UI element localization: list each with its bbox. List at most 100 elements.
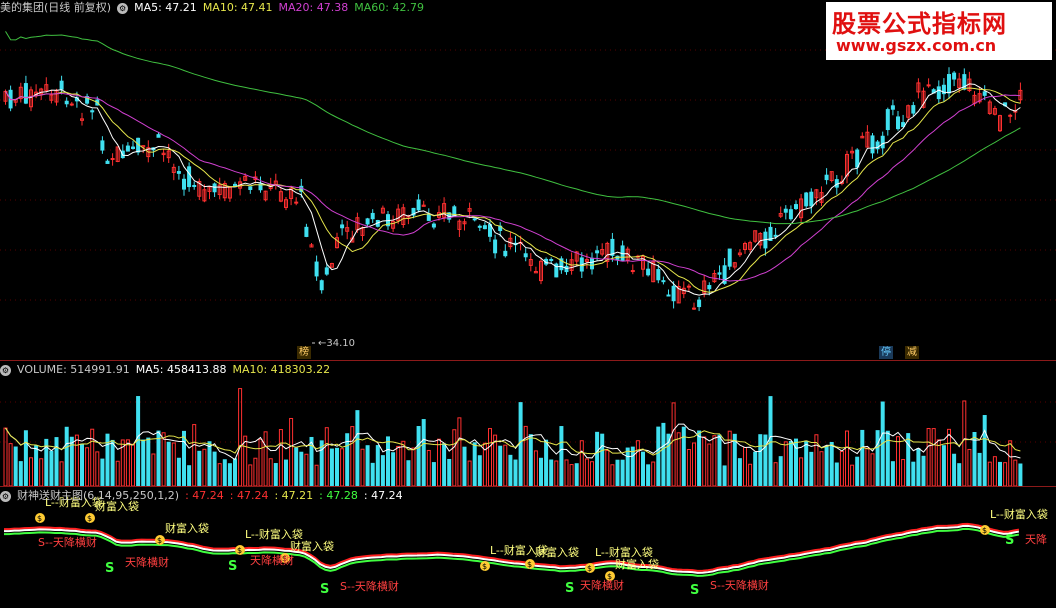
volume-bar — [896, 436, 900, 486]
volume-bar — [146, 437, 151, 486]
volume-bar — [804, 440, 809, 486]
volume-bar — [875, 430, 880, 486]
volume-bar — [197, 450, 202, 486]
volume-bar — [717, 434, 722, 486]
buy-short-label: 财富入袋 — [165, 521, 209, 535]
sell-s-icon: S — [105, 561, 114, 576]
volume-bar — [533, 450, 538, 486]
candle-body — [472, 218, 477, 221]
sell-tag: 天降横财 — [250, 553, 294, 567]
panel-divider-1[interactable] — [0, 360, 1056, 361]
sell-s-icon: S — [228, 559, 237, 574]
volume-bar — [834, 462, 839, 486]
volume-bar — [284, 459, 288, 486]
volume-bar — [906, 433, 911, 486]
volume-bar — [95, 451, 100, 486]
volume-bar — [370, 462, 375, 486]
volume-bar — [600, 433, 605, 486]
volume-bar — [396, 445, 401, 486]
volume-bar — [952, 453, 957, 486]
candle-body — [319, 280, 324, 291]
volume-bar — [885, 430, 890, 486]
candle-body — [59, 80, 64, 90]
candle-body — [926, 84, 931, 87]
candle-body — [23, 83, 28, 104]
sell-s-icon: S — [565, 581, 574, 596]
volume-bar — [416, 426, 421, 486]
indicator-settings-icon[interactable]: ⚙ — [0, 490, 11, 502]
candle-body — [416, 199, 421, 211]
candle-body — [493, 239, 498, 254]
badge-jian: 减 — [905, 346, 919, 359]
volume-panel[interactable]: ⚙ VOLUME: 514991.91 MA5: 458413.88 MA10: 41… — [0, 362, 1056, 486]
volume-bar — [584, 458, 589, 486]
volume-bar — [278, 429, 283, 486]
volume-bar — [59, 461, 64, 486]
candle-body — [187, 166, 192, 188]
candle-body — [64, 100, 69, 105]
volume-bar — [217, 463, 222, 486]
volume-bar — [253, 457, 258, 486]
volume-settings-icon[interactable]: ⚙ — [0, 364, 11, 376]
volume-chart — [0, 388, 1056, 486]
volume-bar — [248, 464, 253, 486]
candle-body — [1008, 114, 1013, 117]
candle-body — [773, 234, 778, 237]
signal-coin-symbol: $ — [37, 514, 42, 523]
volume-bar — [901, 459, 906, 486]
candle-body — [110, 158, 115, 161]
volume-bar — [23, 430, 28, 486]
candle-body — [365, 218, 370, 225]
volume-bar — [692, 442, 696, 486]
candle-body — [564, 265, 569, 273]
candle-body — [426, 213, 431, 221]
panel-divider-2[interactable] — [0, 486, 1056, 487]
volume-bar — [110, 439, 115, 486]
volume-bar — [375, 445, 380, 486]
candle-body — [248, 186, 253, 191]
volume-bar — [523, 425, 528, 486]
buy-signal-label: L--财富入袋 — [595, 545, 653, 559]
volume-bar — [865, 447, 870, 486]
volume-bar — [39, 458, 44, 486]
candle-body — [212, 183, 217, 193]
volume-bar — [426, 449, 431, 486]
volume-bar — [212, 451, 217, 486]
volume-bar — [743, 447, 747, 486]
volume-bar — [579, 440, 584, 486]
buy-short-label: 财富入袋 — [535, 545, 579, 559]
candle-body — [176, 171, 181, 174]
volume-bar — [1008, 440, 1013, 486]
volume-bar — [243, 435, 248, 486]
volume-bar — [401, 440, 406, 486]
candle-body — [707, 285, 712, 290]
volume-bar — [941, 445, 946, 486]
candle-body — [809, 191, 814, 207]
volume-bar — [324, 427, 329, 486]
volume-bar — [998, 461, 1002, 486]
volume-bar — [569, 464, 574, 486]
volume-bar — [467, 460, 472, 486]
volume-bar — [630, 446, 635, 486]
candle-body — [503, 250, 508, 257]
volume-bar — [788, 441, 793, 486]
settings-icon[interactable]: ⚙ — [117, 2, 129, 14]
volume-bar — [166, 441, 171, 486]
volume-bar — [641, 451, 645, 486]
price-header: 美的集团(日线 前复权) ⚙ MA5: 47.21 MA10: 47.41 MA20: … — [0, 0, 430, 15]
volume-bar — [763, 434, 768, 486]
volume-bar — [656, 426, 661, 486]
volume-bar — [488, 428, 492, 486]
volume-bar — [605, 450, 610, 486]
volume-bar — [712, 435, 717, 486]
volume-bar — [406, 460, 411, 486]
volume-bar — [992, 456, 997, 486]
volume-bar — [447, 458, 452, 486]
volume-ma10-label: MA10: 418303.22 — [232, 363, 331, 376]
indicator-panel[interactable]: ⚙ 财神送财主图(6,14,95,250,1,2): 47.24: 47.24: … — [0, 488, 1056, 608]
volume-bar — [329, 448, 334, 486]
sell-signal-label: S--天降横财 — [340, 579, 399, 593]
sell-tag: 天降横财 — [580, 578, 624, 592]
volume-bar — [431, 462, 436, 486]
price-panel[interactable]: 美的集团(日线 前复权) ⚙ MA5: 47.21 MA10: 47.41 MA20: … — [0, 0, 1056, 360]
